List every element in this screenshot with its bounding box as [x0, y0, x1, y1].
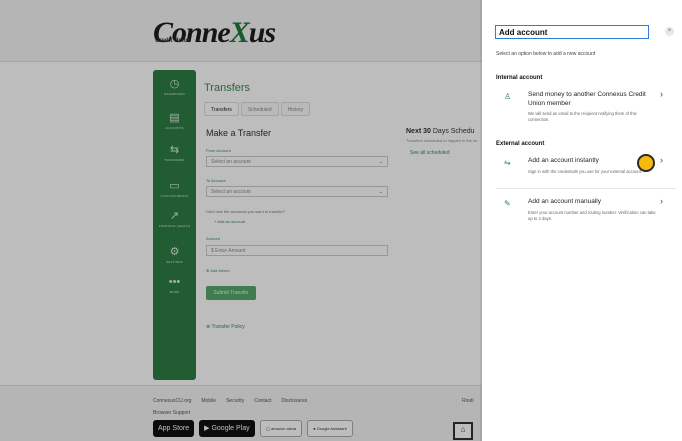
- dont-see-accounts-text: Don't see the accounts you want to trans…: [206, 209, 286, 214]
- from-account-label: From Account: [206, 148, 231, 153]
- financial-health-icon: ↗: [169, 210, 180, 222]
- accounts-icon: ▤: [169, 112, 180, 124]
- option-title: Send money to another Connexus Credit Un…: [528, 91, 646, 107]
- option-description: We will send an email to the recipient n…: [528, 111, 637, 122]
- browser-support-link[interactable]: Browser Support: [153, 410, 190, 416]
- cursor-indicator: [637, 154, 655, 172]
- footer: ConnexusCU.org Mobile Security Contact D…: [0, 385, 482, 441]
- internal-account-heading: Internal account: [496, 75, 543, 81]
- external-account-heading: External account: [496, 141, 545, 147]
- option-title: Add an account manually: [528, 198, 601, 205]
- page-title: Transfers: [204, 82, 251, 94]
- tab-scheduled[interactable]: Scheduled: [240, 102, 279, 116]
- drawer-title-focus-box: Add account: [495, 25, 649, 39]
- add-account-link[interactable]: + Add an account: [214, 219, 245, 224]
- add-memo-link[interactable]: ⊕ Add Memo: [206, 268, 230, 273]
- amount-input[interactable]: $ Enter Amount: [206, 245, 388, 256]
- tab-transfers[interactable]: Transfers: [204, 102, 239, 116]
- drawer-intro-text: Select an option below to add a new acco…: [496, 51, 596, 57]
- option-title: Add an account instantly: [528, 157, 599, 164]
- transfer-policy-link[interactable]: ⊕ Transfer Policy: [206, 324, 245, 330]
- close-button[interactable]: ×: [665, 27, 674, 36]
- google-play-badge[interactable]: ▶ Google Play: [199, 420, 255, 437]
- edit-icon: ✎: [504, 199, 511, 208]
- chevron-right-icon: ›: [660, 155, 663, 165]
- chevron-down-icon: ⌄: [378, 159, 383, 165]
- option-divider: [496, 188, 676, 189]
- option-send-money-member[interactable]: ♙ Send money to another Connexus Credit …: [496, 90, 676, 126]
- drawer-title: Add account: [499, 28, 548, 37]
- next-30-days-heading: Next 30 Days Schedu: [406, 128, 475, 135]
- transfers-panel: Transfers Transfers Scheduled History Ma…: [196, 70, 486, 380]
- nav-more[interactable]: ••• MORE: [153, 276, 196, 294]
- footer-links: ConnexusCU.org Mobile Security Contact D…: [153, 398, 307, 404]
- logo-subtitle: Credit Union: [155, 38, 191, 44]
- option-description: Sign in with the credentials you use for…: [528, 169, 643, 174]
- settings-icon: ⚙: [169, 246, 180, 258]
- option-description: Enter your account number and routing nu…: [528, 210, 656, 221]
- google-assistant-badge[interactable]: ● Google Assistant: [307, 420, 353, 437]
- next-30-days-subtext: Transfers scheduled to happen in the ne: [406, 138, 478, 143]
- nav-transfers[interactable]: ⇆ TRANSFERS: [153, 144, 196, 162]
- footer-link-contact[interactable]: Contact: [254, 398, 271, 404]
- more-icon: •••: [168, 276, 181, 288]
- app-badges: App Store ▶ Google Play ◯ amazon alexa ●…: [153, 420, 353, 437]
- chevron-down-icon: ⌄: [378, 189, 383, 195]
- app-store-badge[interactable]: App Store: [153, 420, 195, 437]
- nav-accounts[interactable]: ▤ ACCOUNTS: [153, 112, 196, 130]
- chevron-right-icon: ›: [660, 196, 663, 206]
- footer-link-security[interactable]: Security: [226, 398, 244, 404]
- nav-financial-health[interactable]: ↗ FINANCIAL HEALTH: [153, 210, 196, 228]
- nav-loan-payments[interactable]: ▭ LOAN PAYMENTS: [153, 180, 196, 198]
- tab-history[interactable]: History: [280, 102, 311, 116]
- nav-dashboard[interactable]: ◷ DASHBOARD: [153, 78, 196, 96]
- side-navigation: ◷ DASHBOARD ▤ ACCOUNTS ⇆ TRANSFERS ▭ LOAN PA…: [153, 70, 196, 380]
- transfer-tabs: Transfers Scheduled History: [204, 102, 311, 116]
- nav-settings[interactable]: ⚙ SETTINGS: [153, 246, 196, 264]
- connexus-logo[interactable]: ConneXus: [153, 16, 276, 50]
- from-account-select[interactable]: Select an account ⌄: [206, 156, 388, 167]
- to-account-label: To Account: [206, 178, 226, 183]
- routing-number-text: Routi: [462, 398, 474, 404]
- amazon-alexa-badge[interactable]: ◯ amazon alexa: [259, 420, 303, 437]
- see-all-scheduled-link[interactable]: See all scheduled: [410, 150, 449, 156]
- make-transfer-heading: Make a Transfer: [206, 128, 272, 138]
- dashboard-icon: ◷: [169, 78, 180, 90]
- loan-payments-icon: ▭: [169, 180, 180, 192]
- footer-link-mobile[interactable]: Mobile: [201, 398, 216, 404]
- equal-housing-icon: ⌂: [453, 422, 473, 440]
- chevron-right-icon: ›: [660, 89, 663, 99]
- person-icon: ♙: [504, 92, 512, 101]
- add-account-drawer: Add account × Select an option below to …: [482, 0, 682, 441]
- submit-transfer-button[interactable]: Submit Transfer: [206, 286, 256, 300]
- bank-transfer-icon: ⇋: [504, 158, 511, 167]
- transfers-icon: ⇆: [169, 144, 180, 156]
- footer-link-connexuscu[interactable]: ConnexusCU.org: [153, 398, 191, 404]
- option-add-account-manually[interactable]: ✎ Add an account manually Enter your acc…: [496, 197, 676, 225]
- footer-link-disclosures[interactable]: Disclosures: [281, 398, 307, 404]
- amount-label: Amount: [206, 236, 220, 241]
- close-icon: ×: [667, 28, 672, 34]
- to-account-select[interactable]: Select an account ⌄: [206, 186, 388, 197]
